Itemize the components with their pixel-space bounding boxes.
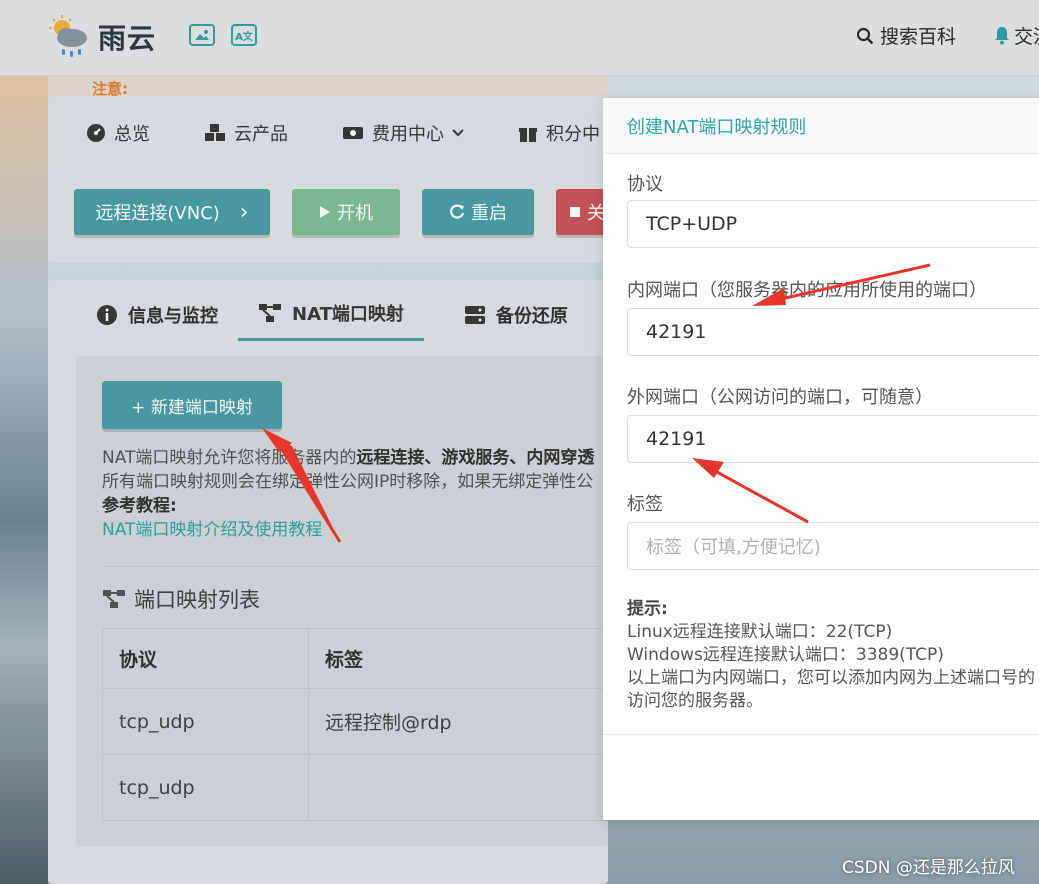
watermark: CSDN @还是那么拉风 — [842, 858, 1015, 878]
arrow-to-new-button — [262, 428, 342, 543]
annotation-arrows — [262, 263, 931, 543]
arrow-to-outer-port — [692, 458, 809, 524]
arrow-to-inner-port — [752, 263, 931, 306]
